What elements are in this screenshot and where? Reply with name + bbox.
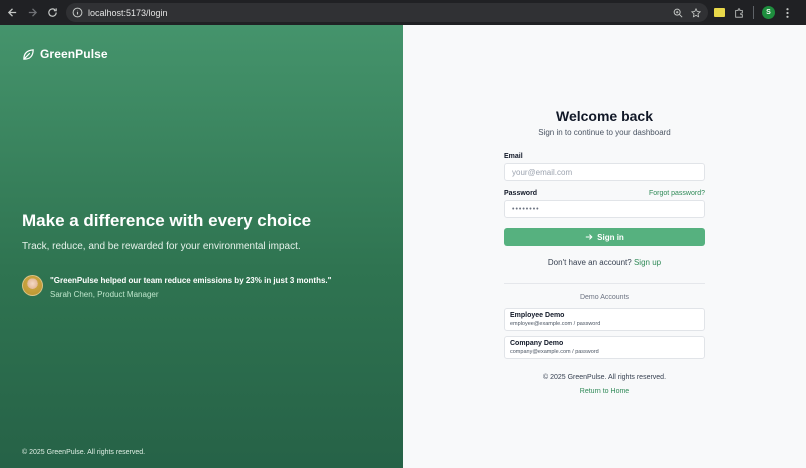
hero-footer: © 2025 GreenPulse. All rights reserved. <box>22 449 146 456</box>
demo-account-credentials: employee@example.com / password <box>510 321 601 327</box>
page-subtitle: Sign in to continue to your dashboard <box>538 128 671 137</box>
sign-up-link[interactable]: Sign up <box>634 258 661 267</box>
login-panel: Welcome back Sign in to continue to your… <box>403 25 806 468</box>
hero-title: Make a difference with every choice <box>22 211 312 230</box>
site-info-icon[interactable] <box>71 7 83 19</box>
password-field[interactable]: •••••••• <box>504 200 705 218</box>
extensions-puzzle-icon[interactable] <box>733 7 745 19</box>
back-arrow-icon[interactable] <box>2 3 22 23</box>
email-field[interactable]: your@email.com <box>504 163 705 181</box>
browser-menu-icon[interactable] <box>783 7 791 19</box>
forgot-password-link[interactable]: Forgot password? <box>649 190 705 197</box>
demo-account-title: Employee Demo <box>510 312 565 319</box>
sign-in-label: Sign in <box>597 232 624 242</box>
leaf-icon <box>23 48 34 60</box>
demo-account-company[interactable]: Company Demo company@example.com / passw… <box>504 336 705 359</box>
bookmark-star-icon[interactable] <box>690 7 702 19</box>
address-bar[interactable]: localhost:5173/login <box>66 3 708 22</box>
hero-subtitle: Track, reduce, and be rewarded for your … <box>22 241 301 252</box>
page-title: Welcome back <box>555 108 653 124</box>
signup-prompt: Don't have an account? Sign up <box>504 258 705 267</box>
forward-arrow-icon[interactable] <box>22 3 42 23</box>
hero-panel: GreenPulse Make a difference with every … <box>0 25 403 468</box>
arrow-right-icon <box>585 234 593 240</box>
return-home-link[interactable]: Return to Home <box>504 388 705 395</box>
panel-footer: © 2025 GreenPulse. All rights reserved. <box>542 374 667 381</box>
url-text[interactable]: localhost:5173/login <box>88 8 168 18</box>
profile-avatar[interactable]: S <box>762 6 775 19</box>
brand-name: GreenPulse <box>40 47 108 61</box>
testimonial-quote: "GreenPulse helped our team reduce emiss… <box>50 276 332 285</box>
toolbar-divider <box>753 6 754 19</box>
zoom-icon[interactable] <box>672 7 684 19</box>
no-account-text: Don't have an account? <box>547 258 632 267</box>
section-divider <box>504 283 705 284</box>
demo-account-credentials: company@example.com / password <box>510 349 599 355</box>
password-label: Password <box>504 190 538 197</box>
browser-toolbar: localhost:5173/login S <box>0 0 806 25</box>
demo-account-employee[interactable]: Employee Demo employee@example.com / pas… <box>504 308 705 331</box>
testimonial-author: Sarah Chen, Product Manager <box>50 290 159 299</box>
email-label: Email <box>504 153 523 160</box>
sign-in-button[interactable]: Sign in <box>504 228 705 246</box>
testimonial: "GreenPulse helped our team reduce emiss… <box>22 275 331 299</box>
reload-icon[interactable] <box>42 3 62 23</box>
brand-logo[interactable]: GreenPulse <box>22 47 108 61</box>
demo-accounts-heading: Demo Accounts <box>579 294 630 301</box>
demo-account-title: Company Demo <box>510 340 564 347</box>
extension-note-icon[interactable] <box>714 8 725 17</box>
testimonial-avatar <box>22 275 43 296</box>
